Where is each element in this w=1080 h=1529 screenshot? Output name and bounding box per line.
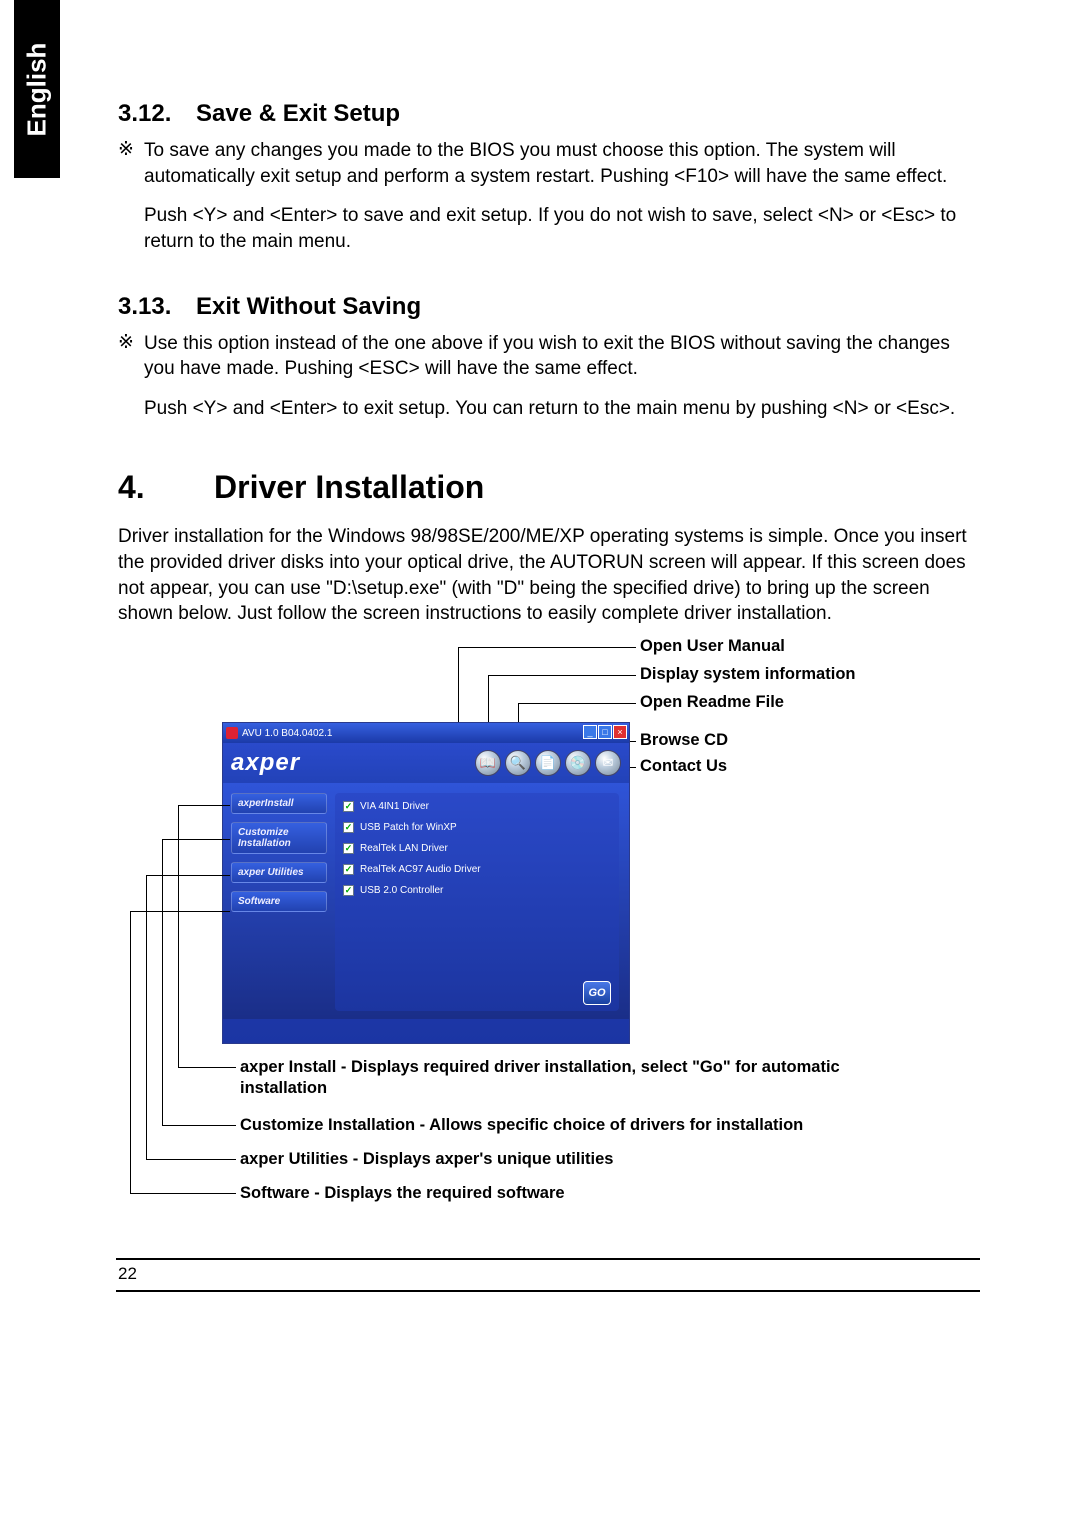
chapter-intro: Driver installation for the Windows 98/9… (118, 524, 980, 627)
section-num: 3.12. (118, 100, 196, 128)
brand-row: axper 📖 🔍 📄 💿 ✉ (223, 743, 629, 783)
sysinfo-icon[interactable]: 🔍 (505, 750, 531, 776)
installer-diagram: Open User Manual Display system informat… (118, 637, 980, 1257)
app-icon (226, 727, 238, 739)
driver-row[interactable]: ✓ USB 2.0 Controller (343, 885, 611, 896)
leader-line (162, 839, 163, 1125)
driver-row[interactable]: ✓ RealTek AC97 Audio Driver (343, 864, 611, 875)
contact-us-icon[interactable]: ✉ (595, 750, 621, 776)
section-heading-312: 3.12.Save & Exit Setup (118, 100, 980, 128)
checkbox-icon[interactable]: ✓ (343, 885, 354, 896)
window-title: AVU 1.0 B04.0402.1 (242, 728, 332, 739)
section-title: Exit Without Saving (196, 293, 421, 320)
manual-icon[interactable]: 📖 (475, 750, 501, 776)
leader-line (518, 703, 636, 704)
leader-line (458, 647, 636, 648)
section-heading-313: 3.13.Exit Without Saving (118, 293, 980, 321)
chapter-heading-4: 4.Driver Installation (118, 469, 980, 506)
checkbox-icon[interactable]: ✓ (343, 822, 354, 833)
checkbox-icon[interactable]: ✓ (343, 843, 354, 854)
readme-icon[interactable]: 📄 (535, 750, 561, 776)
driver-label: USB 2.0 Controller (360, 885, 443, 896)
callout-software: Software - Displays the required softwar… (240, 1183, 565, 1204)
callout-axper-utilities: axper Utilities - Displays axper's uniqu… (240, 1149, 613, 1170)
sidebar-item-utilities[interactable]: axper Utilities (231, 862, 327, 883)
driver-row[interactable]: ✓ USB Patch for WinXP (343, 822, 611, 833)
checkbox-icon[interactable]: ✓ (343, 801, 354, 812)
leader-line (178, 805, 230, 806)
leader-line (130, 911, 230, 912)
leader-line (146, 1159, 236, 1160)
bullet-icon: ※ (118, 138, 144, 269)
driver-list-panel: ✓ VIA 4IN1 Driver ✓ USB Patch for WinXP … (335, 793, 619, 1011)
installer-window: AVU 1.0 B04.0402.1 _ □ × axper 📖 🔍 📄 💿 ✉ (222, 722, 630, 1044)
leader-line (488, 675, 636, 676)
driver-label: RealTek AC97 Audio Driver (360, 864, 481, 875)
leader-line (146, 875, 230, 876)
callout-display-sysinfo: Display system information (640, 665, 855, 684)
leader-line (178, 805, 179, 1067)
section-num: 3.13. (118, 293, 196, 321)
window-titlebar[interactable]: AVU 1.0 B04.0402.1 _ □ × (223, 723, 629, 743)
leader-line (130, 1193, 236, 1194)
callout-axper-install: axper Install - Displays required driver… (240, 1057, 860, 1100)
checkbox-icon[interactable]: ✓ (343, 864, 354, 875)
callout-contact-us: Contact Us (640, 757, 727, 776)
driver-label: VIA 4IN1 Driver (360, 801, 429, 812)
section-title: Save & Exit Setup (196, 100, 400, 127)
leader-line (130, 911, 131, 1193)
callout-customize-install: Customize Installation - Allows specific… (240, 1115, 880, 1136)
leader-line (162, 1125, 236, 1126)
footer-rule-top (116, 1258, 980, 1260)
sidebar-item-customize[interactable]: Customize Installation (231, 822, 327, 854)
close-icon[interactable]: × (613, 725, 627, 739)
driver-row[interactable]: ✓ VIA 4IN1 Driver (343, 801, 611, 812)
driver-row[interactable]: ✓ RealTek LAN Driver (343, 843, 611, 854)
chapter-num: 4. (118, 469, 214, 506)
section-312-body: ※ To save any changes you made to the BI… (118, 138, 980, 269)
section-312-p1: To save any changes you made to the BIOS… (144, 138, 980, 189)
callout-open-readme: Open Readme File (640, 693, 784, 712)
sidebar-item-axperinstall[interactable]: axperInstall (231, 793, 327, 814)
leader-line (178, 1067, 236, 1068)
browse-cd-icon[interactable]: 💿 (565, 750, 591, 776)
driver-label: RealTek LAN Driver (360, 843, 448, 854)
driver-label: USB Patch for WinXP (360, 822, 457, 833)
installer-body: axperInstall Customize Installation axpe… (223, 783, 629, 1019)
section-312-p2: Push <Y> and <Enter> to save and exit se… (144, 203, 980, 254)
brand-logo: axper (231, 749, 300, 777)
language-label: English (22, 42, 53, 136)
page-content: 3.12.Save & Exit Setup ※ To save any cha… (0, 0, 1080, 1257)
minimize-icon[interactable]: _ (583, 725, 597, 739)
chapter-title: Driver Installation (214, 469, 484, 505)
leader-line (162, 839, 230, 840)
toolbar-icons: 📖 🔍 📄 💿 ✉ (475, 750, 621, 776)
callout-open-user-manual: Open User Manual (640, 637, 785, 656)
leader-line (146, 875, 147, 1159)
section-313-p1: Use this option instead of the one above… (144, 331, 980, 382)
maximize-icon[interactable]: □ (598, 725, 612, 739)
footer-rule-bottom (116, 1290, 980, 1292)
go-button[interactable]: GO (583, 981, 611, 1005)
bullet-icon: ※ (118, 331, 144, 436)
sidebar-item-software[interactable]: Software (231, 891, 327, 912)
page-number: 22 (118, 1264, 137, 1284)
callout-browse-cd: Browse CD (640, 731, 728, 750)
section-313-body: ※ Use this option instead of the one abo… (118, 331, 980, 436)
language-tab: English (14, 0, 60, 178)
section-313-p2: Push <Y> and <Enter> to exit setup. You … (144, 396, 980, 422)
installer-sidebar: axperInstall Customize Installation axpe… (231, 793, 327, 1011)
